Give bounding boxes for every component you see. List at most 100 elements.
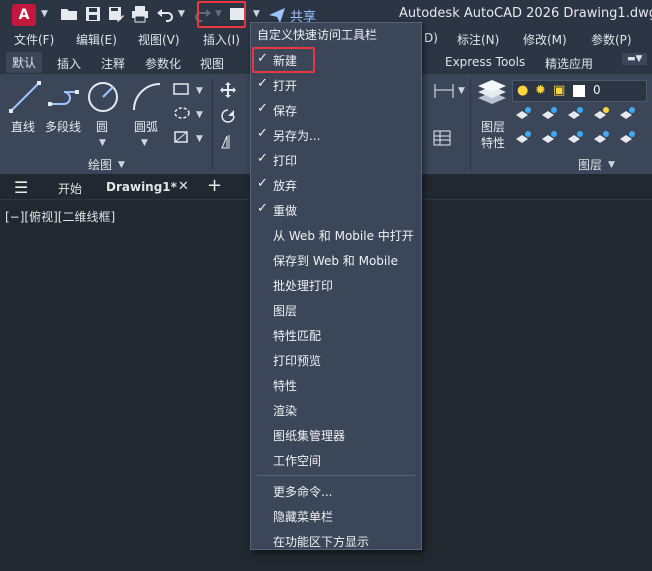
arc-tool-icon[interactable] [130,80,164,114]
qat-menu-item-label: 特性 [273,379,298,393]
qat-menu-item[interactable]: 特性 [251,372,421,397]
open-folder-icon[interactable] [60,5,78,23]
qat-menu-item-label: 工作空间 [273,454,322,468]
hatch-chevron-down-icon[interactable]: ▼ [196,110,203,120]
rectangle-tool-icon[interactable] [173,82,191,96]
layer-name-value: 0 [593,83,601,97]
dimension-chevron-down-icon[interactable]: ▼ [458,86,465,96]
tab-insert[interactable]: 插入 [57,55,81,72]
polyline-tool-icon[interactable] [47,80,81,114]
qat-menu-item-label: 打开 [273,79,298,93]
qat-menu-item-label: 批处理打印 [273,279,334,293]
lightbulb-icon: ● [517,83,529,98]
close-tab-icon[interactable]: ✕ [178,179,189,194]
qat-menu-item[interactable]: ✓ 放弃 [251,172,421,197]
new-tab-plus-icon[interactable]: + [207,175,222,196]
menu-edit[interactable]: 编辑(E) [76,31,117,48]
menu-hamburger-icon[interactable]: ☰ [14,178,28,197]
qat-menu-item[interactable]: ✓ 重做 [251,197,421,222]
boundary-tool-icon[interactable] [173,130,191,144]
qat-menu-item[interactable]: 工作空间 [251,447,421,472]
save-as-icon[interactable] [107,5,125,23]
hatch-tool-icon[interactable] [173,106,191,120]
menu-view[interactable]: 视图(V) [138,31,180,48]
dimension-tool-icon[interactable] [433,82,455,100]
menu-insert[interactable]: 插入(I) [203,31,240,48]
qat-menu-item[interactable]: 图层 [251,297,421,322]
line-tool-label[interactable]: 直线 [11,118,35,135]
qat-menu-item[interactable]: ✓ 保存 [251,97,421,122]
undo-chevron-down-icon[interactable]: ▼ [178,9,185,19]
unlock-icon: ▣ [553,83,566,98]
draw-panel-chevron-down-icon[interactable]: ▼ [118,160,125,170]
arc-chevron-down-icon[interactable]: ▼ [141,138,148,148]
qat-menu-item[interactable]: 特性匹配 [251,322,421,347]
menu-header: 自定义快速访问工具栏 [257,28,378,42]
tab-view[interactable]: 视图 [200,55,224,72]
qat-menu-item[interactable]: 从 Web 和 Mobile 中打开 [251,222,421,247]
tab-start[interactable]: 开始 [58,180,82,197]
circle-tool-icon[interactable] [86,80,120,114]
polyline-tool-label[interactable]: 多段线 [45,118,81,135]
menu-draw[interactable]: D) [424,31,438,45]
qat-menu-footer-item[interactable]: 隐藏菜单栏 [251,503,421,528]
draw-panel-label[interactable]: 绘图 [88,156,112,173]
layer-dropdown[interactable]: ● ✹ ▣ 0 [512,80,647,102]
layer-properties-icon[interactable] [476,78,508,110]
ribbon-options-chevron-down-icon[interactable]: ▬▼ [622,53,648,65]
qat-menu-item-label: 保存 [273,104,298,118]
circle-chevron-down-icon[interactable]: ▼ [99,138,106,148]
qat-menu-item[interactable]: ✓ 打开 [251,72,421,97]
menu-parametric[interactable]: 参数(P) [591,31,632,48]
qat-menu-item[interactable]: ✓ 打印 [251,147,421,172]
properties-tool-label[interactable]: 特性 [481,134,505,151]
panel-divider [470,78,471,170]
qat-menu-item[interactable]: 渲染 [251,397,421,422]
qat-menu-item-label: 放弃 [273,179,298,193]
menu-dimension[interactable]: 标注(N) [457,31,499,48]
tab-annotate[interactable]: 注释 [101,55,125,72]
tab-express-tools[interactable]: Express Tools [445,55,525,69]
qat-menu-item[interactable]: 图纸集管理器 [251,422,421,447]
window-title: Autodesk AutoCAD 2026 Drawing1.dwg [399,6,652,21]
qat-menu-item-label: 另存为... [273,129,321,143]
qat-menu-item-label: 从 Web 和 Mobile 中打开 [273,229,414,243]
qat-menu-item-label: 重做 [273,204,298,218]
rectangle-chevron-down-icon[interactable]: ▼ [196,86,203,96]
menu-modify[interactable]: 修改(M) [523,31,567,48]
qat-menu-item[interactable]: ✓ 另存为... [251,122,421,147]
line-tool-icon[interactable] [8,80,42,114]
layer-tool-label[interactable]: 图层 [481,118,505,135]
tab-home[interactable]: 默认 [6,52,43,73]
table-tool-icon[interactable] [433,130,451,146]
qat-menu-item[interactable]: 保存到 Web 和 Mobile [251,247,421,272]
menu-separator [257,475,415,476]
autocad-logo-button[interactable]: A [12,4,36,26]
undo-icon[interactable] [156,5,174,23]
rotate-tool-icon[interactable] [220,108,236,124]
viewport-controls[interactable]: [−][俯视][二维线框] [5,208,115,225]
mirror-tool-icon[interactable] [220,134,236,150]
move-tool-icon[interactable] [220,82,236,98]
qat-menu-item[interactable]: 打印预览 [251,347,421,372]
circle-tool-label[interactable]: 圆 [96,118,108,135]
checkmark-icon: ✓ [257,101,268,116]
print-icon[interactable] [131,5,149,23]
qat-menu-footer-item[interactable]: 在功能区下方显示 [251,528,421,553]
menu-file[interactable]: 文件(F) [14,31,54,48]
layer-tools-icons[interactable] [514,130,644,146]
tab-featured-apps[interactable]: 精选应用 [545,55,593,72]
checkmark-icon: ✓ [257,76,268,91]
qat-menu-footer-item[interactable]: 更多命令... [251,478,421,503]
customize-qat-chevron-down-icon[interactable]: ▼ [253,9,260,19]
tab-drawing1[interactable]: Drawing1* [106,180,177,194]
layer-state-icons[interactable] [514,106,644,122]
layers-panel-label[interactable]: 图层 [578,156,602,173]
tab-parametric[interactable]: 参数化 [145,55,181,72]
boundary-chevron-down-icon[interactable]: ▼ [196,134,203,144]
app-menu-chevron-down-icon[interactable]: ▼ [41,9,48,19]
arc-tool-label[interactable]: 圆弧 [134,118,158,135]
qat-menu-item[interactable]: 批处理打印 [251,272,421,297]
layers-panel-chevron-down-icon[interactable]: ▼ [608,160,615,170]
save-icon[interactable] [84,5,102,23]
